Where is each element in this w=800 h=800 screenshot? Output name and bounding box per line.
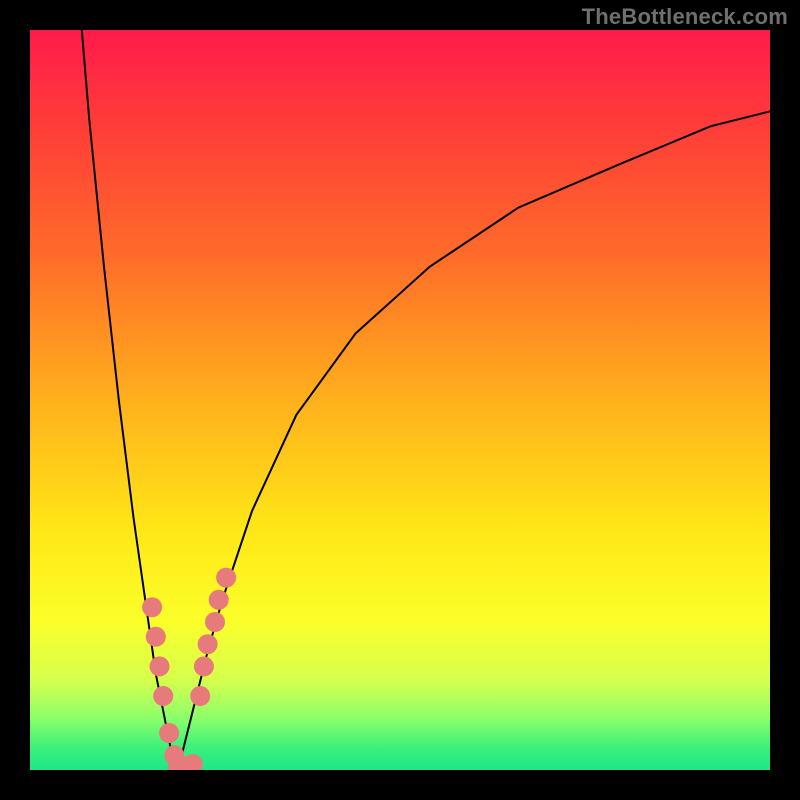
watermark-text: TheBottleneck.com <box>582 4 788 30</box>
plot-area <box>30 30 770 770</box>
bottleneck-curve-svg <box>30 30 770 770</box>
data-marker <box>205 612 225 632</box>
data-marker <box>216 568 236 588</box>
data-marker <box>146 627 166 647</box>
data-marker <box>142 597 162 617</box>
chart-frame: TheBottleneck.com <box>0 0 800 800</box>
data-marker <box>190 686 210 706</box>
data-marker <box>209 590 229 610</box>
curve-right-branch <box>178 111 770 770</box>
data-marker <box>150 656 170 676</box>
data-marker <box>159 723 179 743</box>
data-marker <box>194 656 214 676</box>
data-marker <box>153 686 173 706</box>
data-markers <box>142 568 236 770</box>
data-marker <box>198 634 218 654</box>
